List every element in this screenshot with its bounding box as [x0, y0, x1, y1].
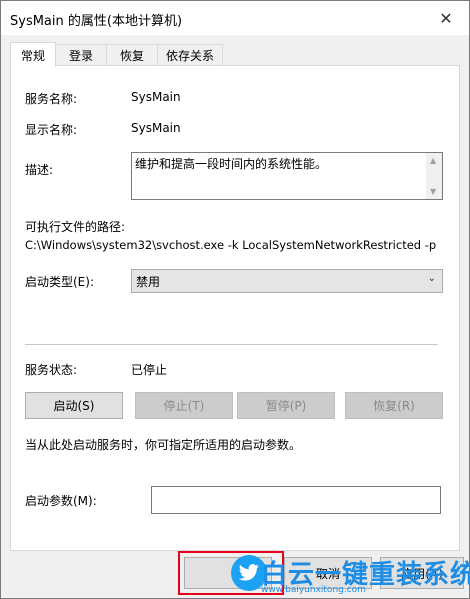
description-textbox[interactable]: 维护和提高一段时间内的系统性能。 ▲ ▼ [131, 152, 443, 200]
exe-path-value: C:\Windows\system32\svchost.exe -k Local… [25, 238, 437, 252]
stop-button[interactable]: 停止(T) [135, 392, 233, 419]
start-button[interactable]: 启动(S) [25, 392, 123, 419]
resume-button[interactable]: 恢复(R) [345, 392, 443, 419]
chevron-down-icon: ⌄ [427, 273, 436, 284]
service-status-label: 服务状态: [25, 363, 78, 377]
service-status-value: 已停止 [131, 363, 168, 377]
display-name-value: SysMain [131, 121, 181, 135]
startup-type-select[interactable]: 禁用 ⌄ [131, 269, 443, 293]
tab-dependencies[interactable]: 依存关系 [157, 44, 223, 66]
divider [25, 344, 438, 345]
description-text: 维护和提高一段时间内的系统性能。 [135, 157, 328, 171]
tab-label: 常规 [20, 48, 45, 63]
pause-button[interactable]: 暂停(P) [237, 392, 335, 419]
title-bar: SysMain 的属性(本地计算机) ✕ [1, 1, 469, 35]
tab-label: 恢复 [119, 49, 144, 63]
watermark: 白云一键重装系统 www.baiyunxitong.com [221, 552, 470, 596]
window-title: SysMain 的属性(本地计算机) [10, 14, 183, 29]
close-icon: ✕ [439, 8, 453, 28]
start-params-label: 启动参数(M): [25, 494, 97, 508]
display-name-label: 显示名称: [25, 123, 78, 137]
tab-label: 依存关系 [165, 49, 214, 63]
scroll-down-icon[interactable]: ▼ [430, 187, 436, 196]
tab-logon[interactable]: 登录 [55, 44, 107, 66]
resume-button-label: 恢复(R) [373, 399, 415, 413]
watermark-url: www.baiyunxitong.com [261, 585, 366, 595]
description-scrollbar[interactable]: ▲ ▼ [426, 153, 442, 199]
stop-button-label: 停止(T) [163, 399, 205, 413]
start-params-hint: 当从此处启动服务时，你可指定所适用的启动参数。 [25, 438, 302, 452]
startup-type-label: 启动类型(E): [25, 275, 94, 289]
tab-recovery[interactable]: 恢复 [106, 44, 158, 66]
start-button-label: 启动(S) [53, 399, 95, 413]
description-label: 描述: [25, 163, 54, 177]
startup-type-value: 禁用 [136, 275, 161, 289]
properties-dialog: SysMain 的属性(本地计算机) ✕ 常规 登录 恢复 依存关系 服务名称:… [0, 0, 470, 599]
tab-label: 登录 [68, 49, 93, 63]
start-params-input[interactable] [151, 486, 441, 514]
scroll-up-icon[interactable]: ▲ [430, 156, 436, 165]
service-name-value: SysMain [131, 90, 181, 104]
pause-button-label: 暂停(P) [265, 399, 307, 413]
general-panel: 服务名称: SysMain 显示名称: SysMain 描述: 维护和提高一段时… [10, 65, 460, 551]
service-name-label: 服务名称: [25, 92, 78, 106]
tab-general[interactable]: 常规 [10, 42, 56, 67]
close-button[interactable]: ✕ [423, 1, 469, 35]
exe-path-label: 可执行文件的路径: [25, 220, 126, 234]
